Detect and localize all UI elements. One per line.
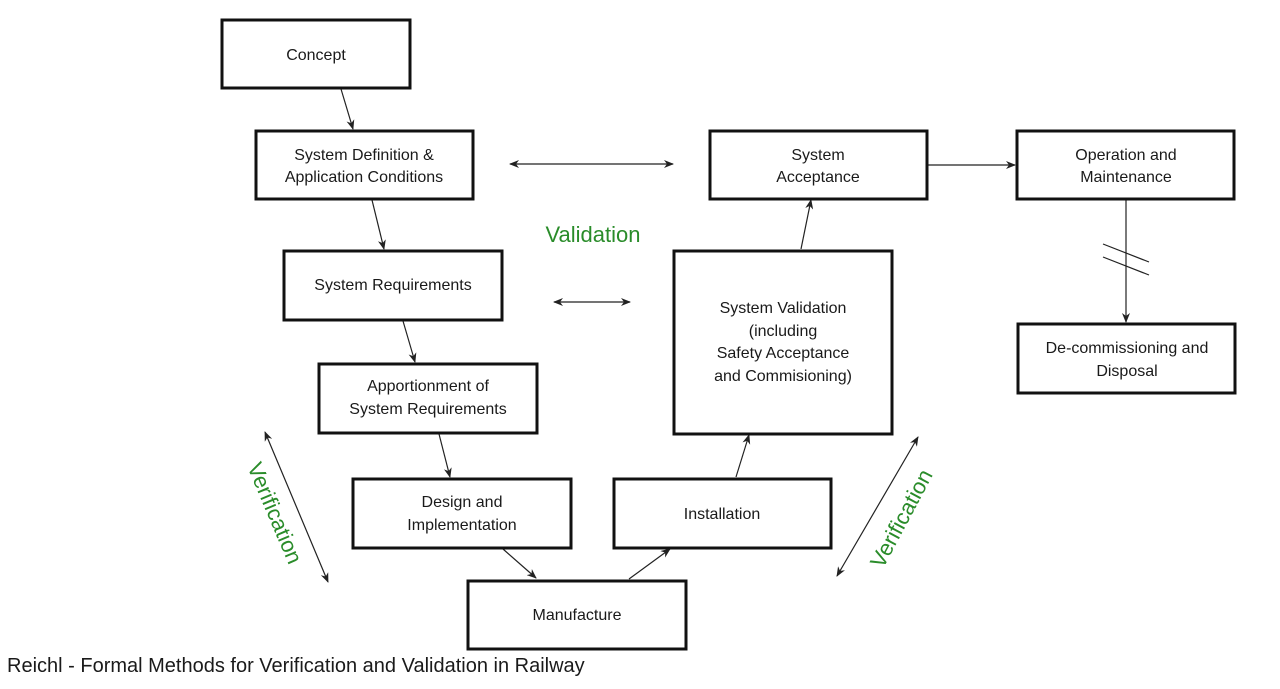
edge-apportionment-to-design (438, 433, 452, 478)
node-label: Design and (422, 494, 503, 511)
node-system-definition: System Definition & Application Conditio… (254, 129, 475, 201)
node-label: Implementation (407, 517, 516, 534)
node-label: System Validation (720, 300, 847, 317)
node-label: Concept (286, 47, 346, 64)
edge-system-requirements-to-apportionment (402, 320, 417, 363)
node-label: Acceptance (776, 169, 860, 186)
node-label: Maintenance (1080, 169, 1172, 186)
node-label: Apportionment of (367, 378, 489, 395)
figure-caption: Reichl - Formal Methods for Verification… (7, 655, 585, 677)
node-label: Application Conditions (285, 169, 443, 186)
node-installation: Installation (612, 477, 833, 550)
node-concept: Concept (220, 18, 412, 90)
node-label: Operation and (1075, 147, 1176, 164)
edge-installation-to-system-validation (735, 434, 751, 478)
node-label: and Commisioning) (714, 368, 852, 385)
node-label: De-commissioning and (1046, 340, 1209, 357)
edge-concept-to-system-definition (340, 88, 355, 130)
node-label: Disposal (1096, 363, 1157, 380)
node-label: (including (749, 323, 817, 340)
node-operation-maintenance: Operation and Maintenance (1015, 129, 1236, 201)
node-manufacture: Manufacture (466, 579, 688, 651)
edge-design-to-manufacture (502, 548, 537, 579)
v-model-diagram: Concept System Definition & Application … (220, 18, 1237, 651)
verification-label-left: Verification (242, 459, 307, 568)
node-label: Installation (684, 506, 761, 523)
node-system-requirements: System Requirements (282, 249, 504, 322)
edge-manufacture-to-installation (628, 548, 671, 580)
verification-label-right: Verification (865, 465, 938, 572)
edge-system-definition-to-system-requirements (371, 199, 386, 250)
node-label: System Requirements (314, 277, 471, 294)
node-system-acceptance: System Acceptance (708, 129, 929, 201)
node-label: System Requirements (349, 401, 506, 418)
node-apportionment: Apportionment of System Requirements (317, 362, 539, 435)
edge-system-validation-to-system-acceptance (800, 199, 814, 250)
node-decommissioning: De-commissioning and Disposal (1016, 322, 1237, 395)
node-label: Safety Acceptance (717, 345, 850, 362)
node-label: Manufacture (533, 607, 622, 624)
validation-label: Validation (546, 222, 641, 247)
node-design-implementation: Design and Implementation (351, 477, 573, 550)
node-system-validation: System Validation (including Safety Acce… (672, 249, 894, 436)
node-label: System (791, 147, 844, 164)
node-label: System Definition & (294, 147, 434, 164)
